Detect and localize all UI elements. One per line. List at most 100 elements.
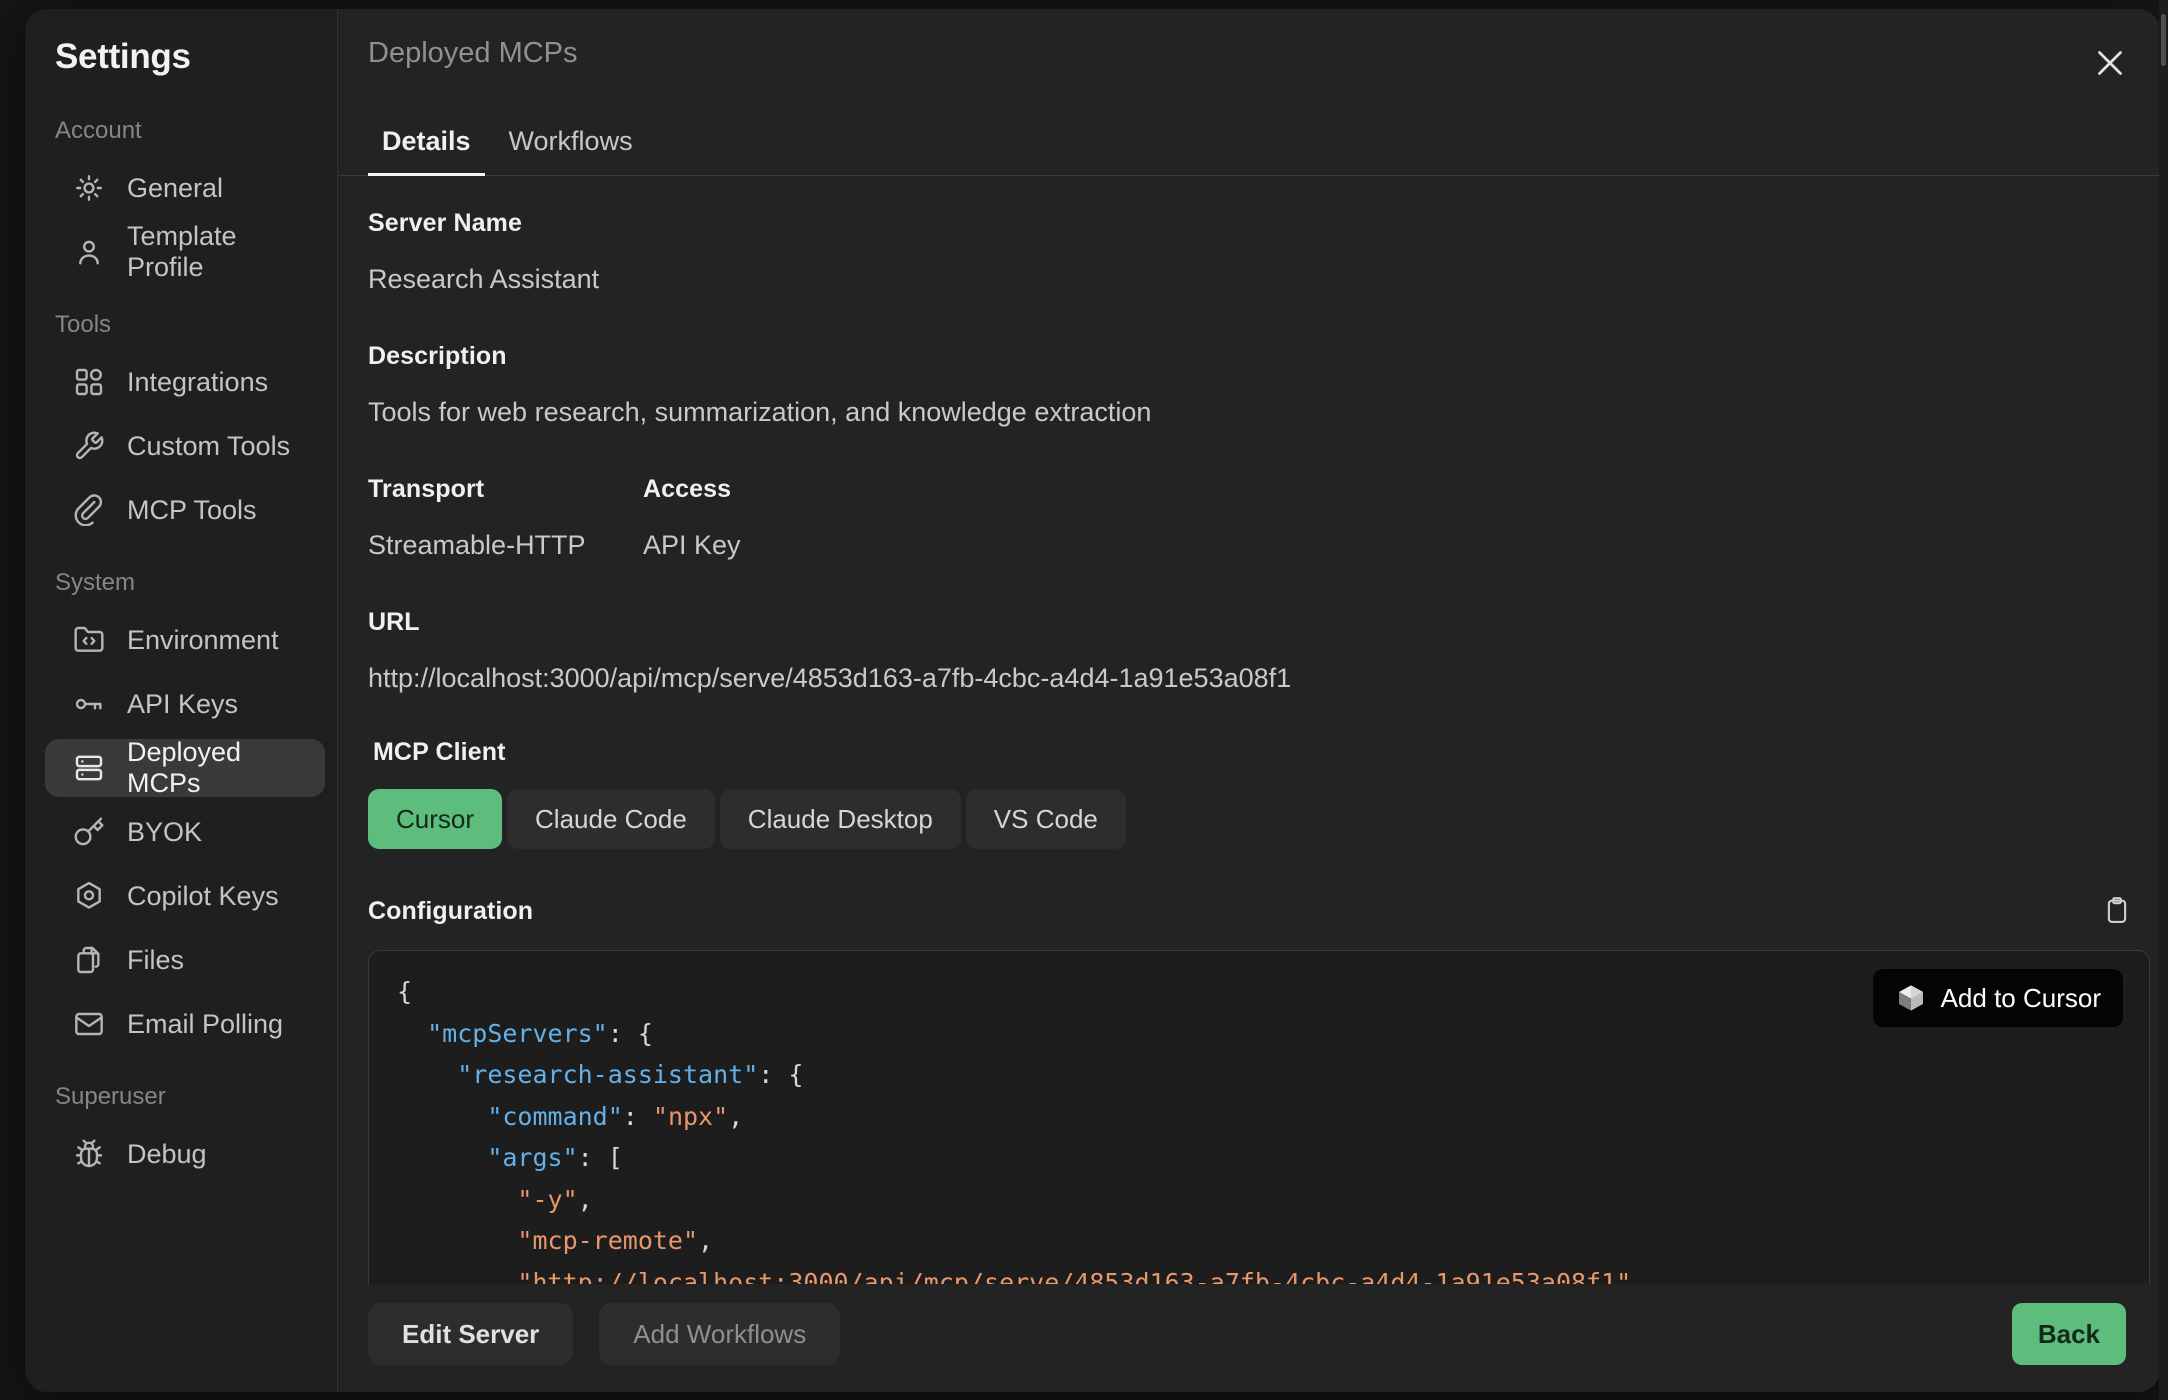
transport-access-group: Transport Streamable-HTTP Access API Key <box>368 475 2150 561</box>
paperclip-icon <box>73 494 105 526</box>
code-line: "mcpServers": { <box>397 1013 2121 1055</box>
sidebar-item-debug[interactable]: Debug <box>45 1125 325 1183</box>
transport-column: Transport Streamable-HTTP <box>368 475 643 561</box>
sidebar-item-copilot-keys[interactable]: Copilot Keys <box>45 867 325 925</box>
close-icon <box>2092 45 2128 81</box>
sidebar-item-deployed-mcps[interactable]: Deployed MCPs <box>45 739 325 797</box>
access-value: API Key <box>643 530 741 561</box>
details-content: Server Name Research Assistant Descripti… <box>338 176 2160 1284</box>
sidebar-item-template-profile[interactable]: Template Profile <box>45 223 325 281</box>
user-icon <box>73 236 105 268</box>
sidebar-item-label: General <box>127 173 223 204</box>
sidebar-item-integrations[interactable]: Integrations <box>45 353 325 411</box>
configuration-code-block: { "mcpServers": { "research-assistant": … <box>368 950 2150 1284</box>
access-column: Access API Key <box>643 475 741 561</box>
description-group: Description Tools for web research, summ… <box>368 342 2150 428</box>
tab-details[interactable]: Details <box>368 112 485 176</box>
sidebar-section-tools: Tools <box>55 311 325 339</box>
sidebar-item-label: Environment <box>127 625 279 656</box>
sidebar-item-byok[interactable]: BYOK <box>45 803 325 861</box>
mcp-client-label: MCP Client <box>373 738 2150 767</box>
page-scrollbar[interactable] <box>2159 0 2168 1400</box>
server-icon <box>73 752 105 784</box>
sidebar-item-label: Debug <box>127 1139 207 1170</box>
code-line: "-y", <box>397 1179 2121 1221</box>
back-button[interactable]: Back <box>2012 1303 2126 1365</box>
settings-dialog: Settings Account General Template Profile T… <box>25 9 2160 1392</box>
mcp-client-option-cursor[interactable]: Cursor <box>368 789 502 849</box>
description-value: Tools for web research, summarization, a… <box>368 397 2150 428</box>
mcp-client-options: CursorClaude CodeClaude DesktopVS Code <box>368 789 2150 849</box>
mcp-client-option-vs-code[interactable]: VS Code <box>966 789 1126 849</box>
sidebar-item-label: Integrations <box>127 367 268 398</box>
sidebar-item-custom-tools[interactable]: Custom Tools <box>45 417 325 475</box>
scrollbar-thumb[interactable] <box>2161 14 2166 66</box>
code-line: "research-assistant": { <box>397 1054 2121 1096</box>
sidebar-item-environment[interactable]: Environment <box>45 611 325 669</box>
mcp-client-option-claude-desktop[interactable]: Claude Desktop <box>720 789 961 849</box>
clipboard-icon <box>2102 895 2132 925</box>
bug-icon <box>73 1138 105 1170</box>
server-name-group: Server Name Research Assistant <box>368 209 2150 295</box>
folder-code-icon <box>73 624 105 656</box>
panel-header: Deployed MCPs <box>338 9 2160 90</box>
sidebar-item-api-keys[interactable]: API Keys <box>45 675 325 733</box>
configuration-header: Configuration <box>368 891 2150 932</box>
sidebar-item-label: Copilot Keys <box>127 881 279 912</box>
tab-bar: Details Workflows <box>338 112 2160 176</box>
deployed-mcps-panel: Deployed MCPs Details Workflows Server N… <box>338 9 2160 1392</box>
panel-footer: Edit Server Add Workflows Back <box>338 1284 2160 1392</box>
sidebar-item-mcp-tools[interactable]: MCP Tools <box>45 481 325 539</box>
cursor-logo-icon <box>1895 982 1927 1014</box>
tab-workflows[interactable]: Workflows <box>495 112 647 176</box>
hexagon-target-icon <box>73 880 105 912</box>
code-line: "http://localhost:3000/api/mcp/serve/485… <box>397 1262 2121 1285</box>
settings-title: Settings <box>55 37 325 77</box>
files-icon <box>73 944 105 976</box>
sidebar-item-label: Email Polling <box>127 1009 283 1040</box>
code-line: "mcp-remote", <box>397 1220 2121 1262</box>
add-workflows-button[interactable]: Add Workflows <box>599 1303 840 1365</box>
gear-icon <box>73 172 105 204</box>
sidebar-item-label: Files <box>127 945 184 976</box>
sidebar-item-general[interactable]: General <box>45 159 325 217</box>
sidebar-item-label: Custom Tools <box>127 431 290 462</box>
sidebar-item-files[interactable]: Files <box>45 931 325 989</box>
url-group: URL http://localhost:3000/api/mcp/serve/… <box>368 608 2150 694</box>
settings-sidebar: Settings Account General Template Profile T… <box>25 9 338 1392</box>
edit-server-button[interactable]: Edit Server <box>368 1303 573 1365</box>
access-label: Access <box>643 475 741 504</box>
key-icon <box>73 688 105 720</box>
code-line: { <box>397 971 2121 1013</box>
transport-value: Streamable-HTTP <box>368 530 643 561</box>
server-name-value: Research Assistant <box>368 264 2150 295</box>
configuration-label: Configuration <box>368 897 533 926</box>
key-round-icon <box>73 816 105 848</box>
mail-icon <box>73 1008 105 1040</box>
sidebar-item-label: API Keys <box>127 689 238 720</box>
blocks-icon <box>73 366 105 398</box>
server-name-label: Server Name <box>368 209 2150 238</box>
copy-configuration-button[interactable] <box>2098 891 2136 932</box>
configuration-json: { "mcpServers": { "research-assistant": … <box>397 971 2121 1284</box>
mcp-client-option-claude-code[interactable]: Claude Code <box>507 789 715 849</box>
wrench-icon <box>73 430 105 462</box>
panel-title: Deployed MCPs <box>368 37 578 70</box>
code-line: "command": "npx", <box>397 1096 2121 1138</box>
sidebar-section-account: Account <box>55 117 325 145</box>
sidebar-section-superuser: Superuser <box>55 1083 325 1111</box>
add-to-cursor-button[interactable]: Add to Cursor <box>1873 969 2123 1027</box>
sidebar-section-system: System <box>55 569 325 597</box>
description-label: Description <box>368 342 2150 371</box>
url-value: http://localhost:3000/api/mcp/serve/4853… <box>368 663 2150 694</box>
transport-label: Transport <box>368 475 643 504</box>
code-line: "args": [ <box>397 1137 2121 1179</box>
add-to-cursor-label: Add to Cursor <box>1941 983 2101 1014</box>
sidebar-item-label: Deployed MCPs <box>127 737 307 799</box>
sidebar-item-email-polling[interactable]: Email Polling <box>45 995 325 1053</box>
close-button[interactable] <box>2086 39 2134 90</box>
sidebar-item-label: MCP Tools <box>127 495 257 526</box>
sidebar-item-label: BYOK <box>127 817 202 848</box>
sidebar-item-label: Template Profile <box>127 221 307 283</box>
mcp-client-group: MCP Client CursorClaude CodeClaude Deskt… <box>373 738 2150 849</box>
